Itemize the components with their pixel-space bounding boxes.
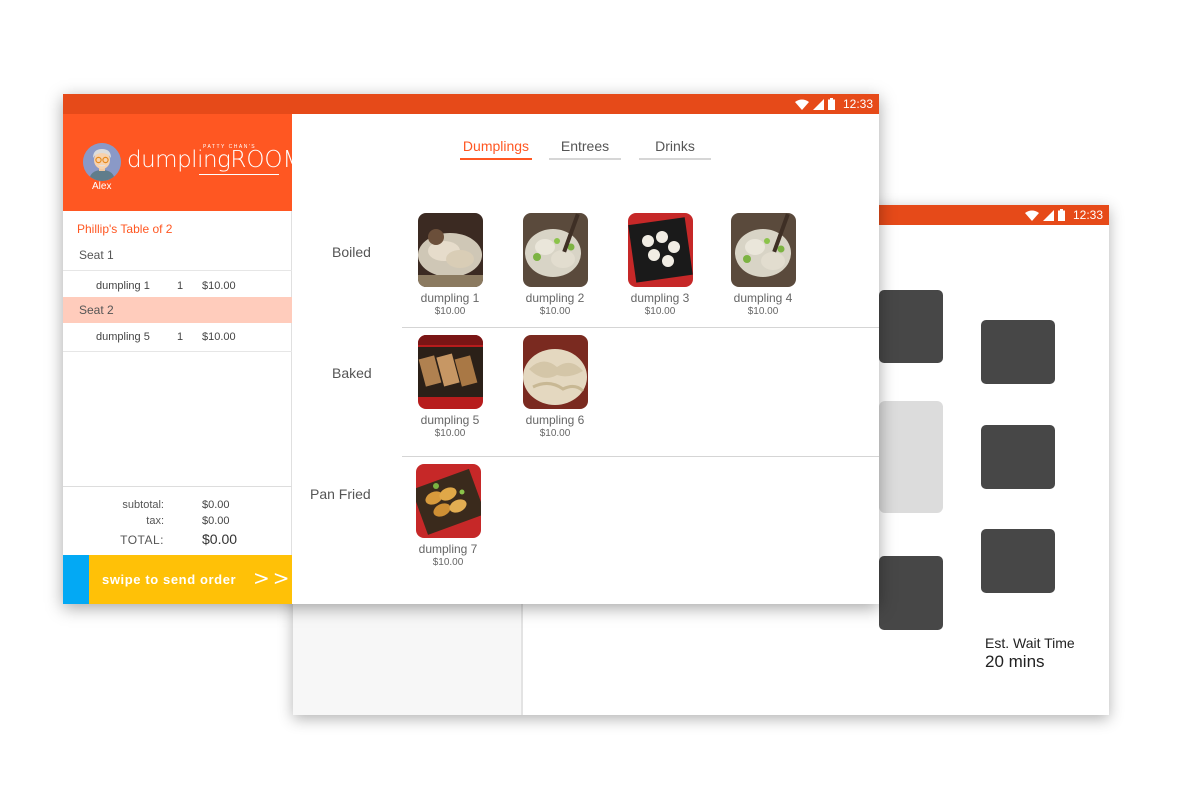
dish-name: dumpling 1: [420, 291, 480, 305]
table-selected[interactable]: [879, 401, 943, 513]
dish-name: dumpling 2: [525, 291, 585, 305]
tab-entrees[interactable]: Entrees: [549, 138, 621, 160]
battery-icon: [1057, 209, 1065, 221]
category-baked: Baked: [332, 365, 372, 381]
swipe-handle[interactable]: [63, 555, 89, 604]
dish-price: $10.00: [432, 557, 464, 568]
seat-1-row[interactable]: Seat 1: [63, 242, 292, 268]
order-item-qty: 1: [177, 331, 184, 343]
wait-time-label: Est. Wait Time: [985, 635, 1075, 651]
dish-photo: [730, 213, 796, 287]
dish-name: dumpling 7: [418, 542, 478, 556]
dish-card[interactable]: dumpling 5 $10.00: [405, 335, 495, 439]
logo-wordmark: dumplingROOM: [127, 147, 302, 173]
order-item[interactable]: dumpling 1 1 $10.00: [63, 277, 292, 297]
table-title: Phillip's Table of 2: [77, 222, 173, 236]
dish-card[interactable]: dumpling 7 $10.00: [403, 464, 493, 568]
category-divider: [402, 327, 879, 328]
back-status-time: 12:33: [1072, 208, 1103, 222]
dish-photo: [522, 335, 588, 409]
wifi-icon: [1024, 210, 1039, 221]
status-icons: 12:33: [794, 94, 873, 114]
tax-label: tax:: [146, 515, 164, 527]
seat-2-row[interactable]: Seat 2: [63, 297, 292, 323]
category-divider: [402, 456, 879, 457]
battery-icon: [827, 98, 835, 110]
user-name: Alex: [92, 181, 112, 192]
dumpling-room-logo: PATTY CHAN'S dumplingROOM: [127, 144, 302, 184]
table-3[interactable]: [981, 425, 1055, 489]
category-pan-fried: Pan Fried: [310, 486, 371, 502]
double-chevron-right-icon: >>: [253, 566, 293, 590]
total-value: $0.00: [202, 531, 238, 547]
dish-price: $10.00: [539, 306, 571, 317]
swipe-to-send-bar[interactable]: swipe to send order >>: [63, 555, 292, 604]
total-label: TOTAL:: [120, 533, 164, 547]
seat-divider: [63, 351, 292, 352]
dish-price: $10.00: [747, 306, 779, 317]
table-5[interactable]: [981, 529, 1055, 593]
seat-divider: [63, 270, 292, 271]
front-screen-order: 12:33 Alex PATTY CHAN'S dumplingROOM Phi…: [63, 94, 879, 604]
tab-drinks[interactable]: Drinks: [639, 138, 711, 160]
wait-time-value: 20 mins: [985, 652, 1045, 671]
dish-name: dumpling 5: [420, 413, 480, 427]
order-item-name: dumpling 5: [96, 331, 150, 343]
sidebar-header: Alex PATTY CHAN'S dumplingROOM: [63, 114, 302, 211]
order-item[interactable]: dumpling 5 1 $10.00: [63, 328, 292, 348]
menu-panel: Dumplings Entrees Drinks Boiled dumpling…: [292, 114, 879, 604]
dish-photo: [522, 213, 588, 287]
dish-price: $10.00: [644, 306, 676, 317]
signal-icon: [1042, 209, 1054, 221]
table-4[interactable]: [879, 556, 943, 630]
dish-card[interactable]: dumpling 2 $10.00: [510, 213, 600, 317]
order-sidebar: Alex PATTY CHAN'S dumplingROOM Phillip's…: [63, 114, 302, 604]
order-item-name: dumpling 1: [96, 280, 150, 292]
tab-dumplings[interactable]: Dumplings: [460, 138, 532, 160]
dish-name: dumpling 4: [733, 291, 793, 305]
table-2[interactable]: [981, 320, 1055, 384]
avatar-icon: [83, 143, 121, 181]
totals-divider: [63, 486, 292, 487]
dish-photo: [627, 213, 693, 287]
dish-photo: [417, 213, 483, 287]
logo-underline: [199, 174, 279, 175]
order-item-price: $10.00: [202, 280, 236, 292]
signal-icon: [812, 98, 824, 110]
order-item-price: $10.00: [202, 331, 236, 343]
swipe-label: swipe to send order: [102, 572, 237, 587]
logo-word-dumpling: dumpling: [127, 147, 231, 173]
dish-name: dumpling 3: [630, 291, 690, 305]
subtotal-label: subtotal:: [122, 499, 164, 511]
dish-card[interactable]: dumpling 4 $10.00: [718, 213, 808, 317]
dish-card[interactable]: dumpling 6 $10.00: [510, 335, 600, 439]
category-boiled: Boiled: [332, 244, 371, 260]
dish-price: $10.00: [539, 428, 571, 439]
subtotal-value: $0.00: [202, 499, 230, 511]
avatar[interactable]: [83, 143, 121, 181]
order-item-qty: 1: [177, 280, 184, 292]
tax-value: $0.00: [202, 515, 230, 527]
dish-price: $10.00: [434, 306, 466, 317]
dish-photo: [417, 335, 483, 409]
dish-price: $10.00: [434, 428, 466, 439]
status-time: 12:33: [842, 97, 873, 111]
table-1[interactable]: [879, 290, 943, 363]
status-bar: 12:33: [63, 94, 879, 114]
dish-card[interactable]: dumpling 3 $10.00: [615, 213, 705, 317]
dish-photo: [415, 464, 481, 538]
dish-card[interactable]: dumpling 1 $10.00: [405, 213, 495, 317]
back-status-icons: 12:33: [1024, 205, 1103, 225]
wifi-icon: [794, 99, 809, 110]
dish-name: dumpling 6: [525, 413, 585, 427]
